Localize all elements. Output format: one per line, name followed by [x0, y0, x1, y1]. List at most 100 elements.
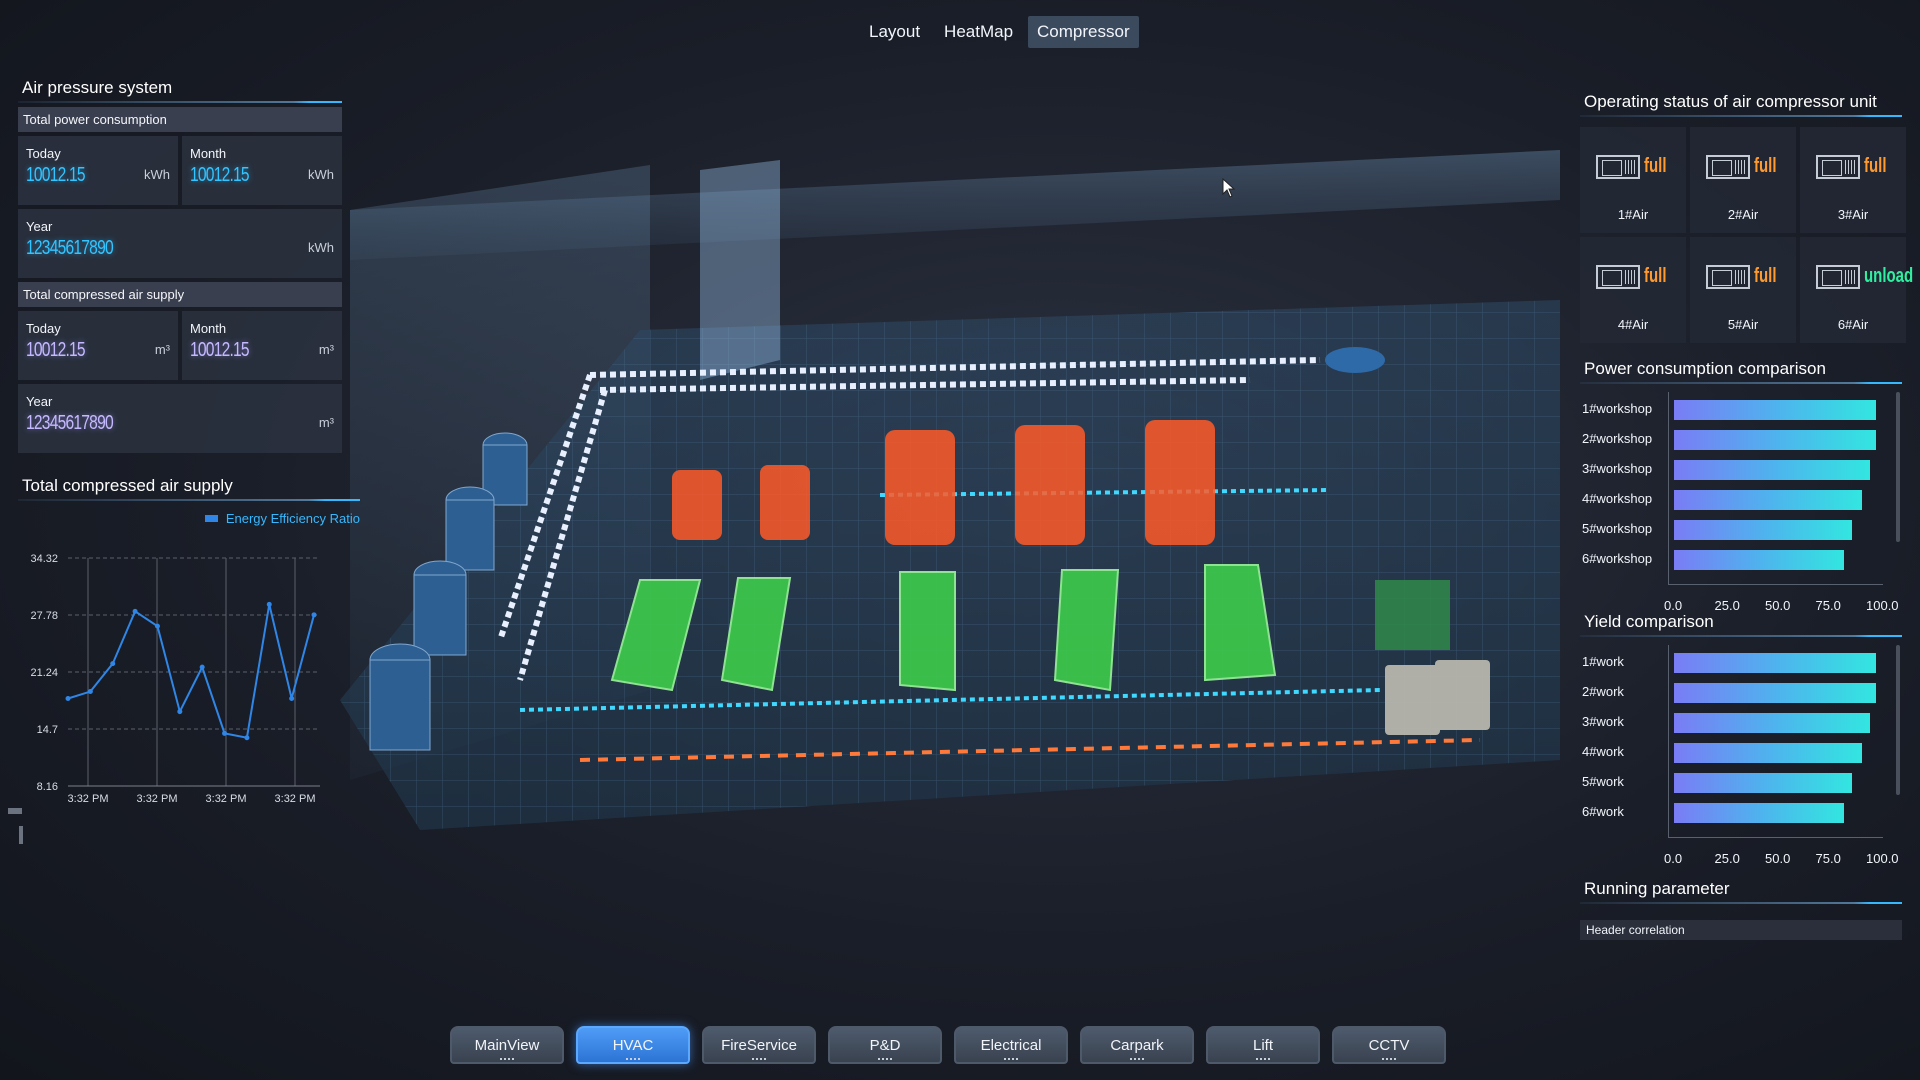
nav-electrical-button[interactable]: Electrical — [954, 1026, 1068, 1064]
air-month-unit: m³ — [318, 342, 334, 357]
unit-name: 6#Air — [1837, 317, 1869, 332]
x-tick-label: 3:32 PM — [206, 793, 247, 805]
bar-category-label: 5#work — [1582, 774, 1624, 789]
power-comparison-chart: 1#workshop 2#workshop 3#workshop 4#workshop… — [1580, 392, 1902, 613]
x-tick-label: 75.0 — [1815, 851, 1841, 866]
bar — [1674, 653, 1876, 673]
unit-state: full — [1864, 155, 1887, 177]
bar-row: 6#work — [1580, 801, 1900, 823]
data-point — [311, 612, 317, 618]
unit-state: full — [1644, 155, 1667, 177]
compressor-unit-card[interactable]: full 5#Air — [1690, 237, 1796, 343]
air-year-unit: m³ — [318, 415, 334, 430]
data-point — [65, 695, 71, 701]
air-supply-header: Total compressed air supply — [18, 282, 342, 307]
nav-fireservice-button[interactable]: FireService — [702, 1026, 816, 1064]
nav-hvac-button[interactable]: HVAC — [576, 1026, 690, 1064]
power-today-label: Today — [26, 146, 61, 161]
data-point — [199, 664, 205, 670]
series-line — [67, 604, 315, 739]
compressor-unit-card[interactable]: full 4#Air — [1580, 237, 1686, 343]
power-today-value: 10012.15 — [26, 164, 86, 186]
nav-lift-button[interactable]: Lift — [1206, 1026, 1320, 1064]
bar-category-label: 5#workshop — [1582, 521, 1653, 536]
scroll-thumb[interactable] — [19, 826, 23, 844]
bar — [1674, 713, 1870, 733]
bar-row: 3#work — [1580, 711, 1900, 733]
mouse-cursor-icon — [1222, 178, 1236, 198]
bar-row: 4#work — [1580, 741, 1900, 763]
data-point — [154, 623, 160, 629]
x-tick-label: 25.0 — [1714, 851, 1740, 866]
power-month-label: Month — [190, 146, 227, 161]
nav-pd-button[interactable]: P&D — [828, 1026, 942, 1064]
bar-category-label: 1#workshop — [1582, 401, 1653, 416]
unit-state: full — [1754, 265, 1777, 287]
compressor-icon — [1596, 155, 1640, 179]
bar — [1674, 460, 1870, 480]
scroll-handle[interactable] — [8, 808, 22, 814]
bar — [1674, 683, 1876, 703]
unit-state: full — [1644, 265, 1667, 287]
compressor-icon — [1596, 265, 1640, 289]
bar-row: 5#workshop — [1580, 518, 1900, 540]
x-tick-label: 3:32 PM — [137, 793, 178, 805]
data-point — [222, 730, 228, 736]
bar-category-label: 3#work — [1582, 714, 1624, 729]
compressor-unit-card[interactable]: full 1#Air — [1580, 127, 1686, 233]
bar — [1674, 520, 1852, 540]
bar — [1674, 490, 1862, 510]
bar — [1674, 803, 1844, 823]
nav-mainview-button[interactable]: MainView — [450, 1026, 564, 1064]
power-month-value: 10012.15 — [190, 164, 250, 186]
data-point — [177, 709, 183, 715]
power-today-unit: kWh — [144, 167, 170, 182]
air-supply-chart-panel: Total compressed air supply Energy Effic… — [18, 474, 360, 805]
bar — [1674, 773, 1852, 793]
chart-title: Total compressed air supply — [18, 474, 360, 501]
air-today-label: Today — [26, 321, 61, 336]
unit-name: 5#Air — [1727, 317, 1759, 332]
bar — [1674, 430, 1876, 450]
air-today-unit: m³ — [154, 342, 170, 357]
air-month-label: Month — [190, 321, 227, 336]
air-year-value: 12345617890 — [26, 412, 114, 434]
x-axis-line — [1668, 584, 1883, 585]
compressor-unit-grid: full 1#Air full 2#Air full 3#Air full 4#Air full… — [1580, 127, 1913, 343]
bar-row: 4#workshop — [1580, 488, 1900, 510]
unit-state: full — [1754, 155, 1777, 177]
compressor-unit-card[interactable]: full 2#Air — [1690, 127, 1796, 233]
x-tick-label: 3:32 PM — [275, 793, 316, 805]
bar-category-label: 2#work — [1582, 684, 1624, 699]
data-point — [289, 695, 295, 701]
air-month-card: Month 10012.15 m³ — [182, 311, 342, 380]
bar-row: 2#workshop — [1580, 428, 1900, 450]
bar-row: 5#work — [1580, 771, 1900, 793]
yield-comparison-chart: 1#work 2#work 3#work 4#work 5#work 6#work 0.0 2… — [1580, 645, 1902, 866]
power-year-unit: kWh — [308, 240, 334, 255]
compressor-unit-card[interactable]: full 3#Air — [1800, 127, 1906, 233]
data-point — [244, 735, 250, 741]
nav-carpark-button[interactable]: Carpark — [1080, 1026, 1194, 1064]
data-point — [110, 661, 116, 667]
air-year-label: Year — [26, 394, 53, 409]
bar-row: 1#work — [1580, 651, 1900, 673]
nav-cctv-button[interactable]: CCTV — [1332, 1026, 1446, 1064]
compressor-icon — [1816, 155, 1860, 179]
panel-title-air-pressure: Air pressure system — [18, 76, 342, 103]
x-axis-line — [1668, 837, 1883, 838]
unit-name: 4#Air — [1617, 317, 1649, 332]
y-tick-label: 8.16 — [37, 781, 58, 793]
bar-category-label: 3#workshop — [1582, 461, 1653, 476]
compressor-unit-card[interactable]: unload 6#Air — [1800, 237, 1913, 343]
bar-row: 6#workshop — [1580, 548, 1900, 570]
y-tick-label: 34.32 — [30, 553, 58, 565]
chart-legend[interactable]: Energy Efficiency Ratio — [18, 511, 360, 526]
power-year-card: Year 12345617890 kWh — [18, 209, 342, 278]
x-tick-label: 0.0 — [1664, 851, 1683, 866]
compressor-icon — [1816, 265, 1860, 289]
air-year-card: Year 12345617890 m³ — [18, 384, 342, 453]
bar-category-label: 2#workshop — [1582, 431, 1653, 446]
status-title: Operating status of air compressor unit — [1580, 90, 1902, 117]
x-tick-label: 3:32 PM — [68, 793, 109, 805]
